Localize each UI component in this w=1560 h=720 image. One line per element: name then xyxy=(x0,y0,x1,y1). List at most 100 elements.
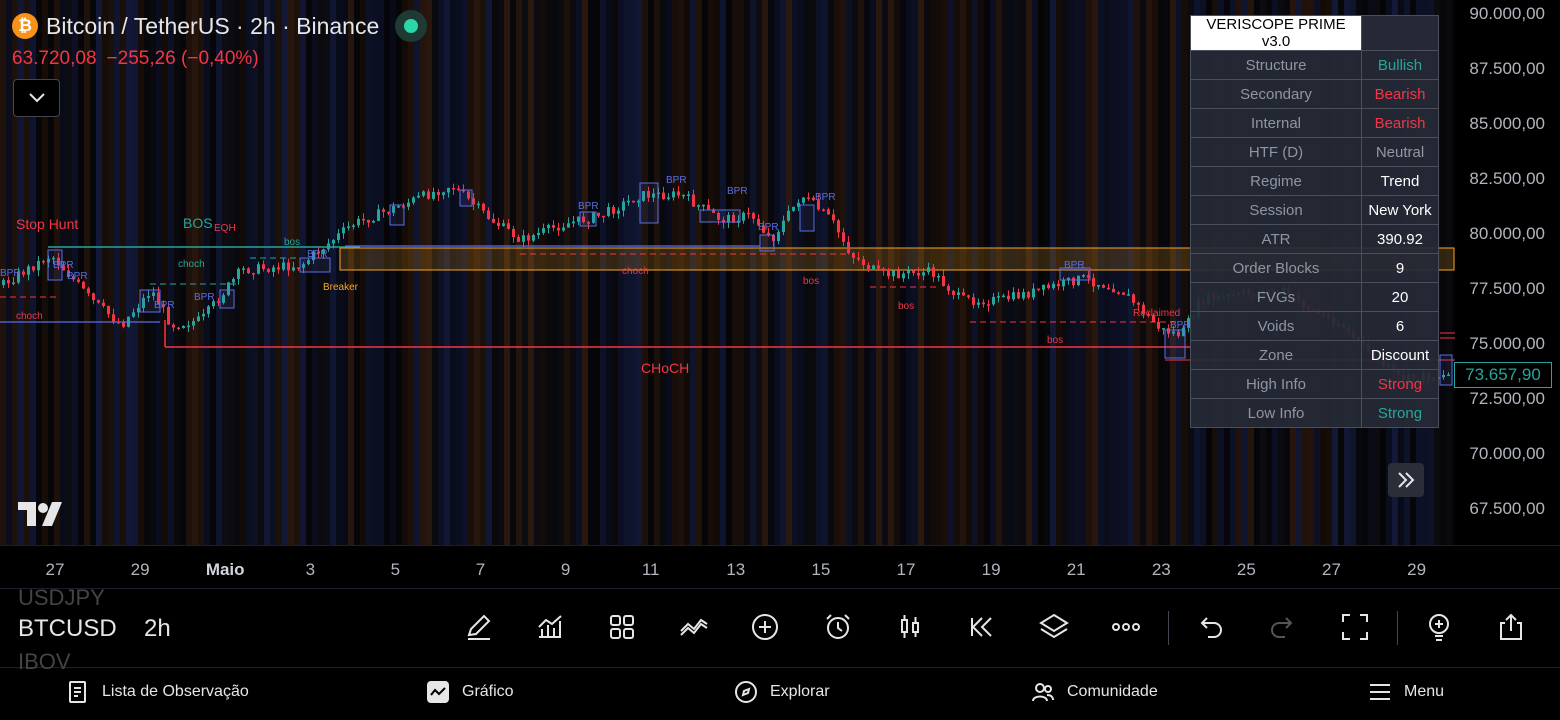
ideas-button[interactable] xyxy=(1421,609,1457,645)
last-price: 63.720,08 xyxy=(12,48,97,69)
indicator-row: FVGs 20 xyxy=(1190,282,1439,312)
indicator-row: Regime Trend xyxy=(1190,166,1439,196)
date-label: 21 xyxy=(1066,560,1086,579)
nav-explore[interactable]: Explorar xyxy=(734,680,830,704)
indicator-title: VERISCOPE PRIME v3.0 xyxy=(1190,15,1362,51)
date-label: 11 xyxy=(641,560,660,579)
stop-hunt-label: Stop Hunt xyxy=(16,216,78,232)
bos-small-label-2: bos xyxy=(803,276,819,287)
bottom-navigation: Lista de Observação Gráfico Explorar Com… xyxy=(0,667,1560,720)
compare-icon xyxy=(680,618,708,636)
date-label: 29 xyxy=(130,560,150,579)
templates-button[interactable] xyxy=(604,609,640,645)
bpr-label: BPR xyxy=(154,300,175,311)
indicator-value: Neutral xyxy=(1361,137,1439,167)
date-label: 13 xyxy=(726,560,746,579)
indicator-row: Internal Bearish xyxy=(1190,108,1439,138)
watchlist-icon xyxy=(69,681,86,703)
indicator-label: Order Blocks xyxy=(1190,253,1362,283)
symbol-header[interactable]: ₿ Bitcoin / TetherUS · 2h · Binance xyxy=(12,10,428,42)
chart-type-button[interactable] xyxy=(892,609,928,645)
indicator-row: Order Blocks 9 xyxy=(1190,253,1439,283)
ticker-previous[interactable]: USDJPY xyxy=(18,585,105,611)
date-label: 15 xyxy=(811,560,831,579)
date-axis[interactable]: 27 29 Maio 3 5 7 9 11 13 15 17 19 21 23 25 27 29 xyxy=(0,545,1560,589)
bottom-toolbar: USDJPY BTCUSD 2h IBOV xyxy=(0,585,1560,674)
nav-watchlist-label: Lista de Observação xyxy=(102,683,249,700)
indicator-label: FVGs xyxy=(1190,282,1362,312)
collapse-legend-button[interactable] xyxy=(13,79,60,117)
indicator-value: Bearish xyxy=(1361,108,1439,138)
community-icon xyxy=(1032,683,1054,702)
nav-chart[interactable]: Gráfico xyxy=(426,680,514,704)
date-label: 7 xyxy=(475,560,486,579)
indicator-value: 6 xyxy=(1361,311,1439,341)
indicator-table: VERISCOPE PRIME v3.0 Structure Bullish Sec… xyxy=(1190,15,1439,428)
indicator-label: Session xyxy=(1190,195,1362,225)
date-label: 29 xyxy=(1407,560,1427,579)
templates-icon xyxy=(610,615,634,639)
add-button[interactable] xyxy=(747,609,783,645)
scroll-to-realtime-button[interactable] xyxy=(1388,463,1424,497)
redo-button[interactable] xyxy=(1265,609,1301,645)
bpr-label: BPR xyxy=(815,192,836,203)
price-scale-label: 80.000,00 xyxy=(1469,224,1545,243)
nav-watchlist[interactable]: Lista de Observação xyxy=(66,680,249,704)
indicator-label: Secondary xyxy=(1190,79,1362,109)
indicator-value: Strong xyxy=(1361,369,1439,399)
indicator-label: Zone xyxy=(1190,340,1362,370)
ticker-selector[interactable]: BTCUSD xyxy=(18,615,117,643)
alert-button[interactable] xyxy=(820,609,856,645)
price-scale-label: 90.000,00 xyxy=(1469,4,1545,23)
price-scale-label: 75.000,00 xyxy=(1469,334,1545,353)
indicator-label: High Info xyxy=(1190,369,1362,399)
indicator-value: Bullish xyxy=(1361,50,1439,80)
layers-button[interactable] xyxy=(1036,609,1072,645)
bos-small-label-3: bos xyxy=(898,301,914,312)
date-label: 27 xyxy=(1322,560,1341,579)
chevron-down-icon xyxy=(28,93,45,103)
compare-button[interactable] xyxy=(676,609,712,645)
candles-icon xyxy=(901,615,919,638)
indicator-row: Low Info Strong xyxy=(1190,398,1439,428)
indicator-label: Structure xyxy=(1190,50,1362,80)
choch-small-label-2: choch xyxy=(16,311,43,322)
undo-button[interactable] xyxy=(1192,609,1228,645)
breaker-label: Breaker xyxy=(323,282,359,293)
market-status-icon[interactable] xyxy=(395,10,428,42)
indicators-button[interactable] xyxy=(532,609,568,645)
price-scale-label: 85.000,00 xyxy=(1469,114,1545,133)
choch-small-label-3: choch xyxy=(622,266,649,277)
symbol-title[interactable]: Bitcoin / TetherUS · 2h · Binance xyxy=(46,13,379,40)
choch-label: CHoCH xyxy=(641,360,689,376)
price-scale-label: 77.500,00 xyxy=(1469,279,1545,298)
bos-small-label: bos xyxy=(284,237,300,248)
fullscreen-button[interactable] xyxy=(1337,609,1373,645)
price-scale-label: 70.000,00 xyxy=(1469,444,1545,463)
chart-area[interactable]: Stop Hunt BOS EQH bos choch choch choch … xyxy=(0,0,1560,545)
indicator-value: Discount xyxy=(1361,340,1439,370)
current-price-label: 73.657,90 xyxy=(1454,362,1552,388)
interval-selector[interactable]: 2h xyxy=(144,615,171,643)
price-scale-label: 72.500,00 xyxy=(1469,389,1545,408)
indicator-row: Voids 6 xyxy=(1190,311,1439,341)
price-line: 63.720,08 −255,26 (−0,40%) xyxy=(12,48,269,70)
nav-menu[interactable]: Menu xyxy=(1368,680,1444,704)
indicator-label: Regime xyxy=(1190,166,1362,196)
bitcoin-icon: ₿ xyxy=(12,13,38,39)
more-button[interactable] xyxy=(1108,609,1144,645)
add-icon xyxy=(752,614,778,640)
replay-button[interactable] xyxy=(964,609,1000,645)
drawing-tools-button[interactable] xyxy=(461,609,497,645)
tradingview-logo-icon xyxy=(18,502,62,526)
compass-icon xyxy=(735,681,757,703)
price-scale-label: 82.500,00 xyxy=(1469,169,1545,188)
nav-community[interactable]: Comunidade xyxy=(1031,680,1158,704)
price-scale[interactable]: 90.000,00 87.500,00 85.000,00 82.500,00 80.0… xyxy=(1455,0,1560,545)
price-scale-label: 67.500,00 xyxy=(1469,499,1545,518)
date-label: 17 xyxy=(896,560,916,579)
indicator-label: Internal xyxy=(1190,108,1362,138)
share-button[interactable] xyxy=(1493,609,1529,645)
indicator-value: 20 xyxy=(1361,282,1439,312)
nav-explore-label: Explorar xyxy=(770,683,830,700)
